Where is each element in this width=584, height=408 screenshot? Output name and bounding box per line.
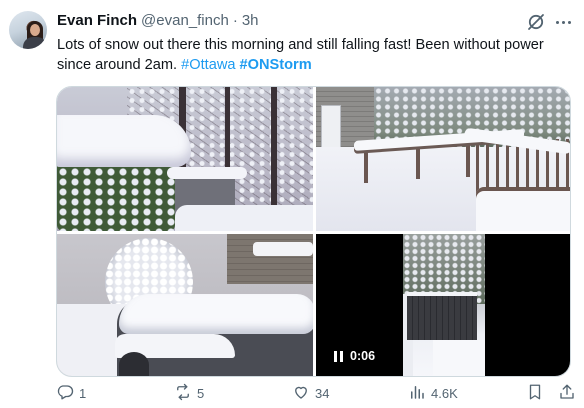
share-icon	[558, 383, 576, 404]
action-bar: 1 5 34 4.6K	[56, 382, 576, 404]
pause-icon[interactable]	[334, 350, 343, 362]
reply-count: 1	[79, 385, 87, 401]
repost-count: 5	[197, 385, 205, 401]
timestamp[interactable]: 3h	[242, 12, 259, 29]
like-count: 34	[315, 385, 330, 401]
heart-icon	[292, 383, 310, 404]
video-badge: 0:06	[326, 344, 383, 368]
repost-icon	[174, 383, 192, 404]
share-button[interactable]	[558, 382, 576, 404]
tweet-header: Evan Finch @evan_finch · 3h	[57, 12, 259, 32]
video-player[interactable]: 0:06	[316, 234, 570, 376]
more-icon[interactable]	[552, 12, 574, 32]
photo-snowy-deck[interactable]	[316, 87, 570, 231]
like-button[interactable]: 34	[292, 382, 329, 404]
grok-icon[interactable]	[526, 12, 546, 32]
repost-button[interactable]: 5	[174, 382, 204, 404]
separator-dot: ·	[232, 12, 238, 29]
views-button[interactable]: 4.6K	[408, 382, 458, 404]
author-handle[interactable]: @evan_finch	[141, 12, 229, 29]
views-icon	[408, 383, 426, 404]
photo-snowy-car[interactable]	[57, 234, 313, 376]
view-count: 4.6K	[431, 385, 458, 401]
photo-snowy-hedge[interactable]	[57, 87, 313, 231]
media-grid: 0:06	[56, 86, 571, 377]
video-duration: 0:06	[350, 349, 376, 363]
bookmark-icon	[526, 383, 544, 404]
hashtag-onstorm[interactable]: #ONStorm	[240, 57, 312, 73]
author-name[interactable]: Evan Finch	[57, 12, 137, 29]
tweet-text: Lots of snow out there this morning and …	[57, 35, 567, 75]
reply-button[interactable]: 1	[56, 382, 86, 404]
reply-icon	[56, 383, 74, 404]
hashtag-ottawa[interactable]: #Ottawa	[181, 57, 235, 73]
bookmark-button[interactable]	[526, 382, 544, 404]
avatar[interactable]	[9, 11, 47, 49]
